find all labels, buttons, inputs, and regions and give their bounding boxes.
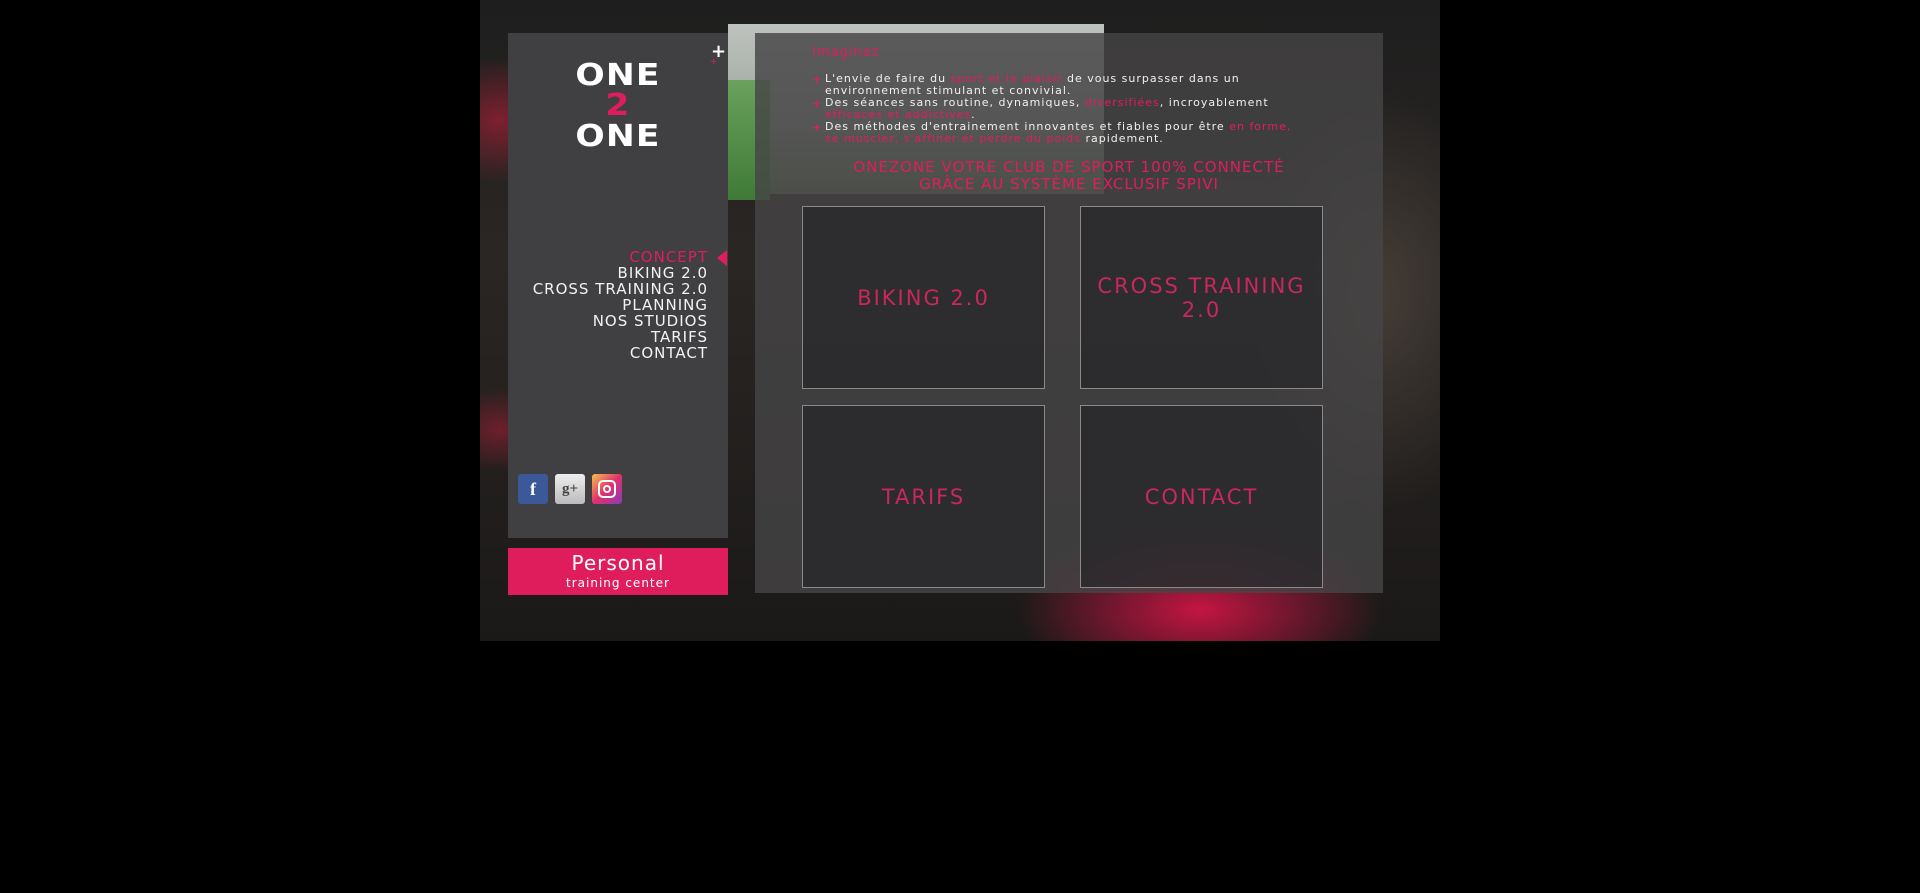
tile-tarifs[interactable]: TARIFS bbox=[802, 405, 1045, 588]
page-headline: Imaginez bbox=[812, 45, 880, 60]
plus-bullet-icon: + bbox=[812, 121, 823, 134]
list-item: + Des séances sans routine, dynamiques, … bbox=[812, 97, 1292, 121]
tile-cross-training[interactable]: CROSS TRAINING 2.0 bbox=[1080, 206, 1323, 389]
menu-item-tarifs[interactable]: TARIFS bbox=[533, 329, 708, 345]
small-plus-icon: + bbox=[710, 57, 718, 67]
list-item: + L'envie de faire du sport et le plaisi… bbox=[812, 73, 1292, 97]
camera-icon bbox=[598, 480, 616, 498]
bullet-text: rapidement. bbox=[1080, 132, 1164, 145]
menu-item-contact[interactable]: CONTACT bbox=[533, 345, 708, 361]
active-menu-arrow-icon bbox=[717, 250, 727, 266]
menu-item-cross-training[interactable]: CROSS TRAINING 2.0 bbox=[533, 281, 708, 297]
logo[interactable]: ONE 2 ONE bbox=[568, 58, 668, 154]
menu-item-concept[interactable]: CONCEPT bbox=[533, 249, 708, 265]
facebook-icon[interactable]: f bbox=[518, 474, 548, 504]
benefits-list: + L'envie de faire du sport et le plaisi… bbox=[812, 73, 1292, 145]
main-panel: Imaginez + L'envie de faire du sport et … bbox=[755, 33, 1383, 593]
bullet-text: , incroyablement bbox=[1159, 96, 1269, 109]
social-links: f g+ bbox=[518, 474, 622, 504]
logo-line-two: 2 bbox=[605, 88, 631, 123]
tile-contact[interactable]: CONTACT bbox=[1080, 405, 1323, 588]
main-menu: CONCEPT BIKING 2.0 CROSS TRAINING 2.0 PL… bbox=[533, 249, 708, 361]
plus-bullet-icon: + bbox=[812, 73, 823, 86]
plus-bullet-icon: + bbox=[812, 97, 823, 110]
menu-item-planning[interactable]: PLANNING bbox=[533, 297, 708, 313]
badge-subtitle: training center bbox=[566, 576, 670, 590]
bullet-highlight: diversifiées bbox=[1084, 96, 1160, 109]
tile-biking[interactable]: BIKING 2.0 bbox=[802, 206, 1045, 389]
instagram-icon[interactable] bbox=[592, 474, 622, 504]
badge-title: Personal bbox=[571, 551, 665, 575]
tagline: ONEZONE VOTRE CLUB DE SPORT 100% CONNECT… bbox=[755, 159, 1383, 193]
list-item: + Des méthodes d'entrainement innovantes… bbox=[812, 121, 1292, 145]
menu-item-biking[interactable]: BIKING 2.0 bbox=[533, 265, 708, 281]
tagline-line-1: ONEZONE VOTRE CLUB DE SPORT 100% CONNECT… bbox=[853, 158, 1285, 176]
tagline-line-2: GRÂCE AU SYSTÈME EXCLUSIF SPIVI bbox=[919, 175, 1219, 193]
logo-line-three: ONE bbox=[575, 119, 661, 154]
sidebar: ONE 2 ONE + + CONCEPT BIKING 2.0 CROSS T… bbox=[508, 33, 728, 538]
menu-item-nos-studios[interactable]: NOS STUDIOS bbox=[533, 313, 708, 329]
personal-training-badge[interactable]: Personal training center bbox=[508, 548, 728, 595]
google-plus-icon[interactable]: g+ bbox=[555, 474, 585, 504]
